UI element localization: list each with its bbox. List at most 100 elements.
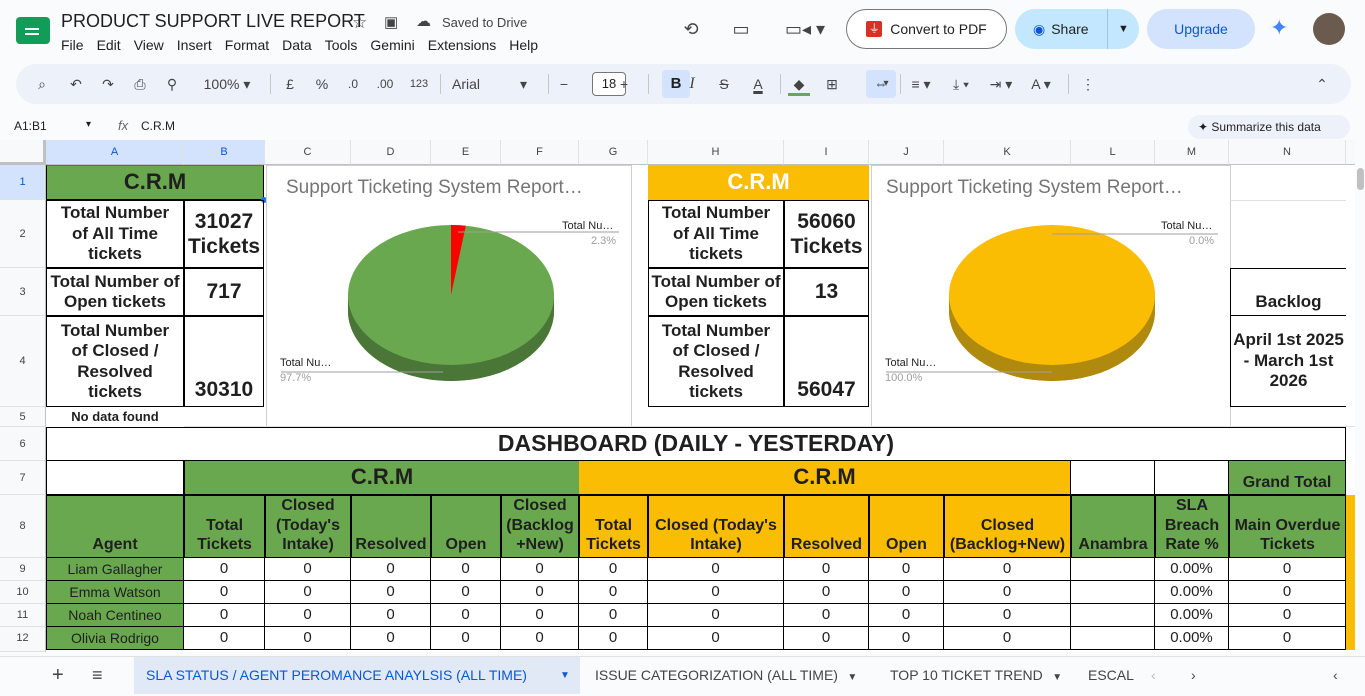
row-header-6[interactable]: 6	[0, 427, 46, 461]
menu-tools[interactable]: Tools	[325, 37, 358, 53]
column-header-j[interactable]: J	[869, 140, 944, 165]
currency-format-button[interactable]: £	[280, 64, 300, 104]
crm2-closed-today-cell[interactable]: 0	[648, 581, 784, 604]
anambra-cell[interactable]	[1071, 581, 1155, 604]
menu-data[interactable]: Data	[282, 37, 312, 53]
decrease-font-size-icon[interactable]: −	[556, 64, 572, 104]
crm2-open-value[interactable]: 13	[784, 268, 869, 316]
select-all-corner[interactable]	[0, 140, 46, 165]
sla-breach-cell[interactable]: 0.00%	[1155, 627, 1229, 650]
crm1-closed-backlog-cell[interactable]: 0	[501, 581, 579, 604]
crm2-resolved-cell[interactable]: 0	[784, 581, 869, 604]
crm1-closed-backlog-cell[interactable]: 0	[501, 627, 579, 650]
sla-breach-cell[interactable]: 0.00%	[1155, 558, 1229, 581]
move-folder-icon[interactable]: ▣	[384, 13, 398, 31]
crm2-open-cell[interactable]: 0	[869, 558, 944, 581]
crm2-closed-backlog-cell[interactable]: 0	[944, 558, 1071, 581]
dashboard-group-crm2[interactable]: C.R.M	[579, 461, 1071, 495]
all-sheets-icon[interactable]: ≡	[92, 657, 103, 694]
horizontal-align-icon[interactable]: ≡ ▾	[906, 64, 936, 104]
crm1-resolved-cell[interactable]: 0	[351, 581, 431, 604]
header-crm1-resolved[interactable]: Resolved	[351, 495, 431, 558]
crm1-open-cell[interactable]: 0	[431, 558, 501, 581]
vertical-scrollbar[interactable]	[1355, 140, 1365, 652]
header-crm2-closed-today[interactable]: Closed (Today's Intake)	[648, 495, 784, 558]
more-formats-button[interactable]: 123	[406, 64, 432, 104]
crm1-closed-value[interactable]: 30310	[184, 316, 264, 407]
fill-color-icon[interactable]: ◆	[788, 64, 810, 96]
column-header-l[interactable]: L	[1071, 140, 1155, 165]
crm1-resolved-cell[interactable]: 0	[351, 627, 431, 650]
star-icon[interactable]: ☆	[352, 13, 367, 33]
dashboard-title[interactable]: DASHBOARD (DAILY - YESTERDAY)	[46, 427, 1346, 461]
crm1-closed-today-cell[interactable]: 0	[265, 558, 351, 581]
crm1-closed-backlog-cell[interactable]: 0	[501, 558, 579, 581]
menu-format[interactable]: Format	[225, 37, 269, 53]
increase-font-size-icon[interactable]: +	[616, 64, 632, 104]
sheet-tab-sla-status[interactable]: SLA STATUS / AGENT PEROMANCE ANAYLSIS (A…	[134, 657, 580, 694]
crm1-open-label[interactable]: Total Number of Open tickets	[46, 268, 184, 316]
crm1-open-cell[interactable]: 0	[431, 604, 501, 627]
upgrade-button[interactable]: Upgrade	[1147, 9, 1255, 49]
crm1-open-cell[interactable]: 0	[431, 581, 501, 604]
text-wrapping-icon[interactable]: ⇥ ▾	[986, 64, 1016, 104]
version-history-icon[interactable]: ⟲	[676, 14, 706, 44]
percent-format-button[interactable]: %	[312, 64, 332, 104]
crm1-closed-today-cell[interactable]: 0	[265, 627, 351, 650]
gemini-icon[interactable]: ✦	[1270, 15, 1288, 41]
agent-name-cell[interactable]: Liam Gallagher	[46, 558, 184, 581]
anambra-cell[interactable]	[1071, 627, 1155, 650]
crm1-open-cell[interactable]: 0	[431, 627, 501, 650]
menu-gemini[interactable]: Gemini	[370, 37, 414, 53]
undo-icon[interactable]: ↶	[66, 64, 86, 104]
dashboard-group-crm1[interactable]: C.R.M	[184, 461, 579, 495]
crm2-closed-label[interactable]: Total Number of Closed / Resolved ticket…	[648, 316, 784, 407]
column-header-i[interactable]: I	[784, 140, 869, 165]
row7-m-blank[interactable]	[1155, 461, 1229, 495]
sheet-tab-top10-trend[interactable]: TOP 10 TICKET TREND ▼	[890, 657, 1062, 694]
crm1-title[interactable]: C.R.M	[46, 165, 264, 200]
menu-file[interactable]: File	[61, 37, 84, 53]
row-header-10[interactable]: 10	[0, 581, 46, 604]
crm2-closed-today-cell[interactable]: 0	[648, 627, 784, 650]
header-crm2-closed-backlog[interactable]: Closed (Backlog+New)	[944, 495, 1071, 558]
row-header-5[interactable]: 5	[0, 407, 46, 427]
crm2-closed-today-cell[interactable]: 0	[648, 604, 784, 627]
crm2-total-cell[interactable]: 0	[579, 604, 648, 627]
overflow-cell[interactable]	[1346, 581, 1355, 604]
paint-format-icon[interactable]: ⚲	[162, 64, 182, 104]
agent-name-cell[interactable]: Olivia Rodrigo	[46, 627, 184, 650]
crm2-total-cell[interactable]: 0	[579, 558, 648, 581]
column-header-g[interactable]: G	[579, 140, 648, 165]
crm2-open-cell[interactable]: 0	[869, 604, 944, 627]
column-header-b[interactable]: B	[184, 140, 265, 165]
spreadsheet-grid[interactable]: A B C D E F G H I J K L M N 1 2 3 4 5 6 …	[0, 140, 1355, 652]
crm2-all-value[interactable]: 56060 Tickets	[784, 200, 869, 268]
formula-input[interactable]: C.R.M	[141, 119, 175, 133]
grand-total-header[interactable]: Grand Total	[1229, 461, 1346, 495]
header-anambra[interactable]: Anambra	[1071, 495, 1155, 558]
crm1-resolved-cell[interactable]: 0	[351, 604, 431, 627]
sheets-logo-icon[interactable]	[16, 17, 50, 44]
crm1-total-cell[interactable]: 0	[184, 581, 265, 604]
crm1-all-label[interactable]: Total Number of All Time tickets	[46, 200, 184, 268]
anambra-cell[interactable]	[1071, 604, 1155, 627]
text-rotation-icon[interactable]: A ▾	[1026, 64, 1056, 104]
header-crm1-open[interactable]: Open	[431, 495, 501, 558]
crm1-closed-today-cell[interactable]: 0	[265, 581, 351, 604]
header-agent[interactable]: Agent	[46, 495, 184, 558]
crm2-total-cell[interactable]: 0	[579, 581, 648, 604]
more-options-icon[interactable]: ⋮	[1080, 64, 1096, 104]
column-header-c[interactable]: C	[265, 140, 351, 165]
backlog-label[interactable]: Backlog	[1230, 268, 1346, 316]
agent-name-cell[interactable]: Emma Watson	[46, 581, 184, 604]
crm1-closed-backlog-cell[interactable]: 0	[501, 604, 579, 627]
sheet-tab-issue-categorization[interactable]: ISSUE CATEGORIZATION (ALL TIME) ▼	[595, 657, 857, 694]
menu-help[interactable]: Help	[509, 37, 538, 53]
crm1-resolved-cell[interactable]: 0	[351, 558, 431, 581]
share-button[interactable]: ◉ Share ▼	[1015, 9, 1139, 49]
sla-breach-cell[interactable]: 0.00%	[1155, 604, 1229, 627]
crm2-closed-backlog-cell[interactable]: 0	[944, 604, 1071, 627]
meet-video-icon[interactable]: ▭◂ ▾	[783, 14, 827, 44]
main-overdue-cell[interactable]: 0	[1229, 627, 1346, 650]
